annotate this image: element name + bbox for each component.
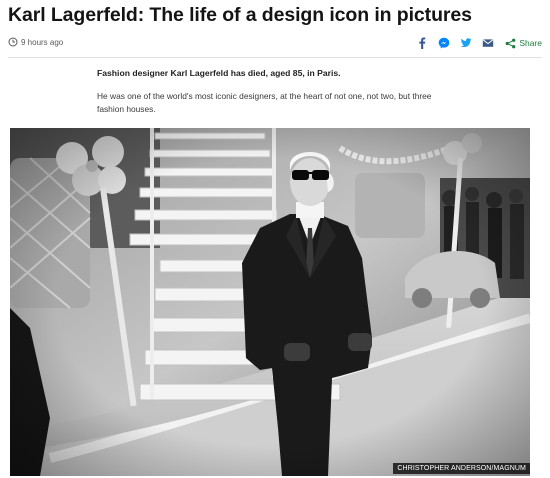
- timestamp-label: 9 hours ago: [21, 37, 64, 47]
- twitter-icon[interactable]: [460, 37, 472, 49]
- share-tools: Share: [406, 36, 542, 50]
- share-label: Share: [519, 38, 542, 48]
- divider: [8, 57, 542, 58]
- photo-credit: CHRISTOPHER ANDERSON/MAGNUM: [393, 463, 530, 474]
- article-summary: Fashion designer Karl Lagerfeld has died…: [97, 68, 341, 78]
- messenger-icon[interactable]: [438, 37, 450, 49]
- article-meta: 9 hours ago Share: [8, 36, 542, 52]
- share-icon: [505, 38, 516, 48]
- article-headline: Karl Lagerfeld: The life of a design ico…: [8, 4, 472, 26]
- clock-icon: [8, 37, 18, 47]
- facebook-icon[interactable]: [416, 37, 428, 49]
- article-intro: He was one of the world's most iconic de…: [97, 91, 432, 114]
- lead-photo: CHRISTOPHER ANDERSON/MAGNUM: [10, 128, 530, 476]
- email-icon[interactable]: [482, 37, 494, 49]
- runway-photo: [10, 128, 530, 476]
- timestamp: 9 hours ago: [8, 37, 63, 47]
- share-button[interactable]: Share: [505, 38, 542, 49]
